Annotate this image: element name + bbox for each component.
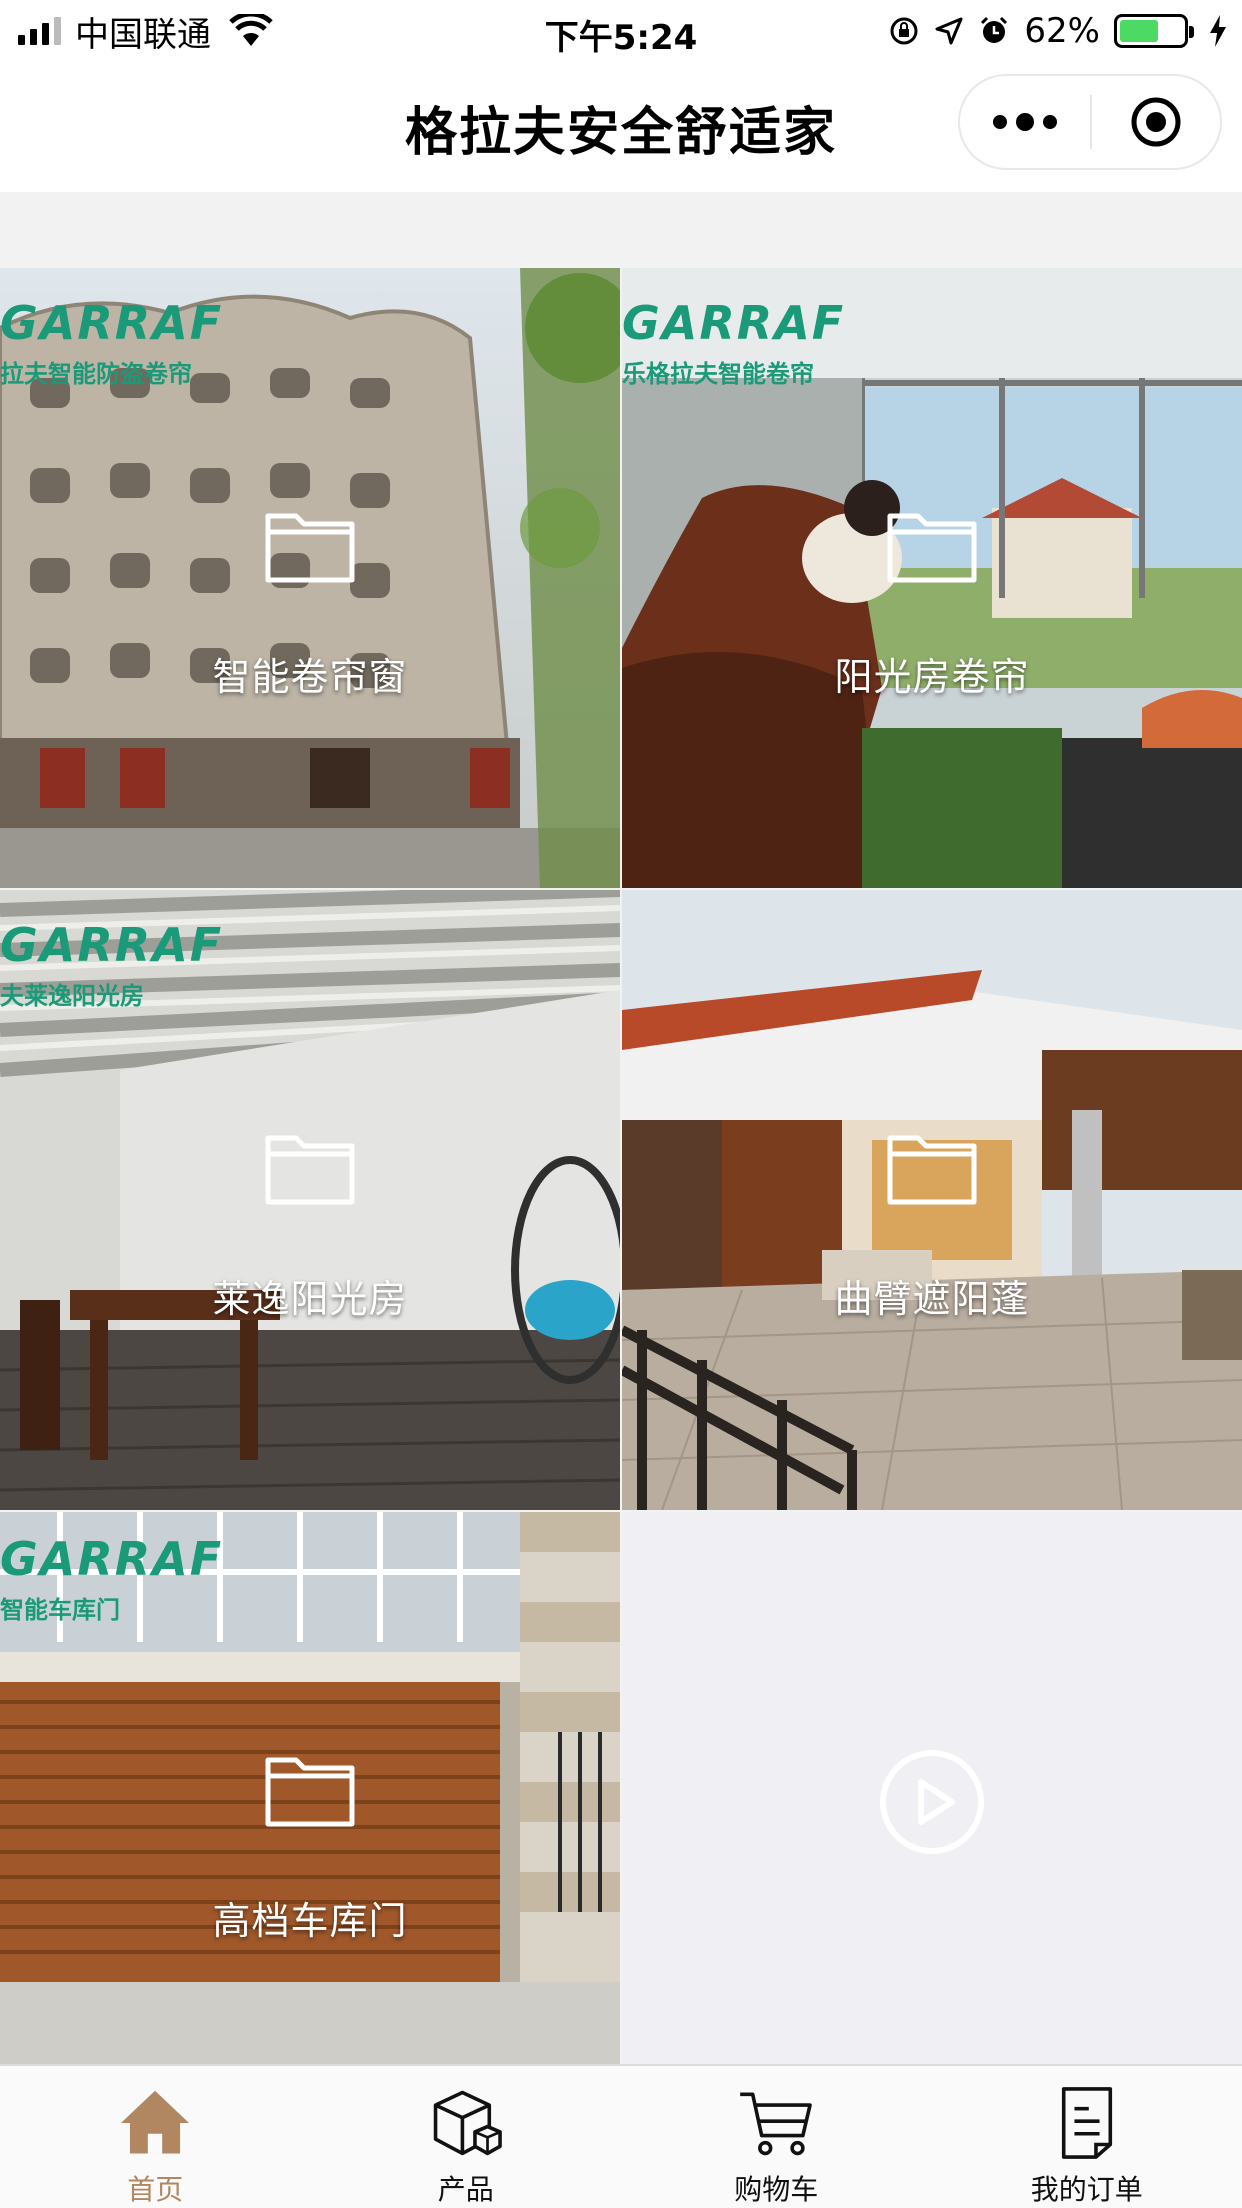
- tab-label: 我的订单: [1030, 2173, 1143, 2206]
- tile-folding-arm-awning[interactable]: 曲臂遮阳蓬: [622, 890, 1242, 1510]
- tab-my-orders[interactable]: 我的订单: [932, 2066, 1242, 2208]
- mini-program-capsule: [958, 74, 1222, 170]
- tile-pergola-sunroom[interactable]: GARRAF 夫莱逸阳光房 莱逸阳光房: [0, 890, 620, 1510]
- tile-premium-garage-door[interactable]: GARRAF 智能车库门 高档车库门: [0, 1512, 620, 2064]
- tile-label: 高档车库门: [212, 1899, 408, 1943]
- tab-label: 产品: [437, 2173, 494, 2206]
- play-icon[interactable]: [878, 1748, 986, 1856]
- product-grid: GARRAF 拉夫智能防盗卷帘 智能卷帘窗 GARRAF 乐格拉夫智能卷帘 阳光…: [0, 192, 1242, 2064]
- battery-icon: [1114, 14, 1194, 48]
- folder-icon: [887, 513, 977, 583]
- nav-bar: 格拉夫安全舒适家: [0, 62, 1242, 192]
- home-icon: [121, 2090, 190, 2154]
- alarm-icon: [981, 16, 1008, 43]
- brand-subtitle: 拉夫智能防盗卷帘: [0, 360, 192, 388]
- status-bar: 中国联通 下午5:24 62%: [0, 0, 1242, 62]
- charging-icon: [1210, 15, 1226, 47]
- tab-cart[interactable]: 购物车: [621, 2066, 932, 2208]
- tab-label: 首页: [127, 2173, 184, 2206]
- tile-label: 智能卷帘窗: [212, 655, 408, 699]
- tab-label: 购物车: [734, 2173, 819, 2206]
- order-icon: [1061, 2087, 1112, 2159]
- target-close-icon: [1131, 97, 1181, 147]
- tile-smart-shutter-window[interactable]: GARRAF 拉夫智能防盗卷帘 智能卷帘窗: [0, 268, 620, 888]
- battery-fill: [1120, 20, 1159, 42]
- tile-label: 曲臂遮阳蓬: [834, 1277, 1030, 1321]
- brand-logo: GARRAF: [0, 1532, 224, 1586]
- brand-logo: GARRAF: [0, 296, 224, 350]
- folder-icon: [887, 1135, 977, 1205]
- folder-icon: [265, 513, 355, 583]
- cart-icon: [740, 2092, 813, 2156]
- brand-subtitle: 乐格拉夫智能卷帘: [622, 360, 814, 388]
- brand-logo: GARRAF: [0, 918, 224, 972]
- tile-video[interactable]: [622, 1512, 1242, 2064]
- status-right: 62%: [888, 10, 1228, 52]
- tab-bar: 首页 产品 购物车 我的订单: [0, 2064, 1242, 2208]
- folder-icon: [265, 1757, 355, 1827]
- location-icon: [935, 17, 963, 45]
- brand-subtitle: 夫莱逸阳光房: [0, 982, 144, 1010]
- rotation-lock-icon: [890, 17, 918, 45]
- tab-products[interactable]: 产品: [311, 2066, 622, 2208]
- more-button[interactable]: [960, 76, 1090, 168]
- battery-percent: 62%: [1024, 11, 1100, 51]
- brand-logo: GARRAF: [622, 296, 846, 350]
- tab-home[interactable]: 首页: [0, 2066, 311, 2208]
- close-button[interactable]: [1092, 76, 1220, 168]
- folder-icon: [265, 1135, 355, 1205]
- tile-label: 阳光房卷帘: [834, 655, 1030, 699]
- brand-subtitle: 智能车库门: [0, 1596, 120, 1624]
- box-icon: [433, 2090, 502, 2156]
- tile-sunroom-shutter[interactable]: GARRAF 乐格拉夫智能卷帘 阳光房卷帘: [622, 268, 1242, 888]
- tile-label: 莱逸阳光房: [212, 1277, 408, 1321]
